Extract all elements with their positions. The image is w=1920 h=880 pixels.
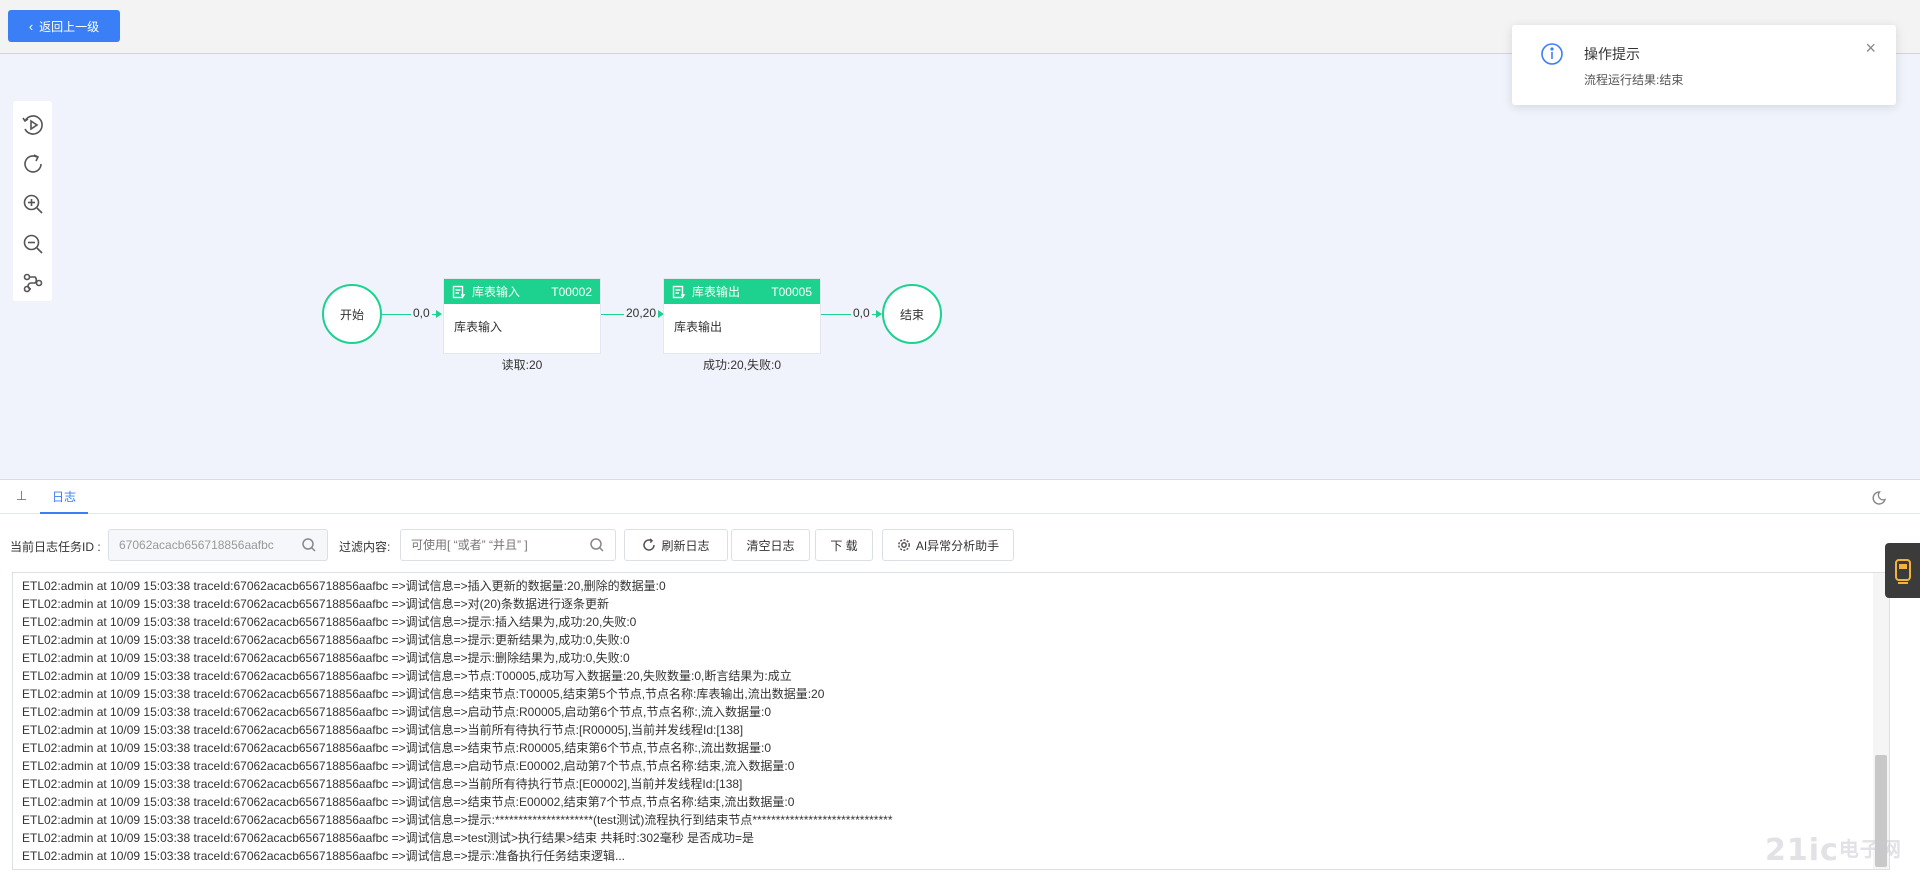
refresh-log-button[interactable]: 刷新日志 [624, 529, 728, 561]
task-id-input[interactable] [119, 538, 301, 552]
close-icon[interactable]: × [1865, 39, 1876, 57]
assistant-icon [1894, 558, 1911, 584]
chevron-left-icon: ‹ [28, 18, 34, 34]
zoom-in-icon[interactable] [15, 186, 51, 222]
log-line: ETL02:admin at 10/09 15:03:38 traceId:67… [22, 831, 755, 845]
refresh-icon [643, 538, 656, 551]
log-line: ETL02:admin at 10/09 15:03:38 traceId:67… [22, 615, 637, 629]
start-node-label: 开始 [339, 307, 364, 322]
log-lines: ETL02:admin at 10/09 15:03:38 traceId:67… [22, 577, 1869, 865]
node-header: 库表输出 T00005 [664, 279, 820, 304]
log-line: ETL02:admin at 10/09 15:03:38 traceId:67… [22, 705, 772, 719]
node-stat: 读取:20 [501, 358, 543, 372]
start-node[interactable]: 开始 [322, 284, 382, 344]
task-id-field[interactable] [108, 529, 328, 561]
ai-assistant-button[interactable]: AI异常分析助手 [882, 529, 1014, 561]
log-line: ETL02:admin at 10/09 15:03:38 traceId:67… [22, 633, 630, 647]
notification-toast: 操作提示 流程运行结果:结束 × [1512, 25, 1896, 105]
collapse-panel-icon[interactable]: ⊥ [16, 488, 27, 504]
download-label: 下 载 [830, 538, 858, 553]
log-scrollbar[interactable] [1873, 573, 1889, 869]
log-line: ETL02:admin at 10/09 15:03:38 traceId:67… [22, 669, 792, 683]
filter-input[interactable] [411, 538, 589, 552]
layout-icon[interactable] [15, 265, 51, 301]
log-line: ETL02:admin at 10/09 15:03:38 traceId:67… [22, 813, 893, 827]
back-button[interactable]: ‹ 返回上一级 [8, 10, 120, 42]
end-node[interactable]: 结束 [882, 284, 942, 344]
node-name: 库表输出 [674, 320, 723, 334]
toast-title: 操作提示 [1584, 46, 1640, 62]
node-id: T00002 [551, 284, 592, 299]
replay-icon[interactable] [15, 107, 51, 143]
node-type: 库表输出 [692, 285, 741, 299]
log-line: ETL02:admin at 10/09 15:03:38 traceId:67… [22, 759, 795, 773]
flow-canvas[interactable]: 开始 0,0 库表输入 T00002 库表输入 读取:20 20,20 库表输出… [0, 54, 1920, 480]
toast-message: 流程运行结果:结束 [1584, 73, 1684, 87]
edge-label: 20,20 [624, 306, 659, 320]
log-line: ETL02:admin at 10/09 15:03:38 traceId:67… [22, 777, 743, 791]
canvas-toolbar [13, 101, 52, 301]
log-line: ETL02:admin at 10/09 15:03:38 traceId:67… [22, 687, 825, 701]
log-tabs: ⊥ 日志 [0, 480, 1920, 514]
task-id-label: 当前日志任务ID : [10, 540, 101, 554]
search-icon[interactable] [589, 537, 605, 553]
filter-field[interactable] [400, 529, 616, 561]
log-line: ETL02:admin at 10/09 15:03:38 traceId:67… [22, 795, 795, 809]
table-input-icon [452, 285, 466, 299]
back-button-label: 返回上一级 [39, 19, 100, 34]
clear-log-label: 清空日志 [746, 538, 795, 553]
log-line: ETL02:admin at 10/09 15:03:38 traceId:67… [22, 597, 609, 611]
ai-assistant-label: AI异常分析助手 [915, 538, 1000, 553]
tab-log[interactable]: 日志 [40, 480, 88, 514]
edge-label: 0,0 [411, 306, 432, 320]
table-output-icon [672, 285, 686, 299]
log-line: ETL02:admin at 10/09 15:03:38 traceId:67… [22, 579, 666, 593]
refresh-icon[interactable] [15, 147, 51, 183]
node-id: T00005 [771, 284, 812, 299]
zoom-out-icon[interactable] [15, 226, 51, 262]
log-filter-bar: 当前日志任务ID : 过滤内容: 刷新日志 清空日志 下 载 AI异常分析助手 [0, 514, 1920, 572]
watermark-main: 21ic [1765, 833, 1839, 868]
log-line: ETL02:admin at 10/09 15:03:38 traceId:67… [22, 723, 744, 737]
clear-log-button[interactable]: 清空日志 [731, 529, 810, 561]
node-name: 库表输入 [454, 320, 503, 334]
filter-label: 过滤内容: [339, 540, 391, 554]
log-line: ETL02:admin at 10/09 15:03:38 traceId:67… [22, 849, 625, 863]
node-stat: 成功:20,失败:0 [702, 358, 782, 372]
edge-label: 0,0 [851, 306, 872, 320]
node-table-input[interactable]: 库表输入 T00002 库表输入 [443, 278, 601, 354]
watermark-logo: 21ic电子网 [1765, 833, 1902, 868]
node-header: 库表输入 T00002 [444, 279, 600, 304]
log-output[interactable]: ETL02:admin at 10/09 15:03:38 traceId:67… [12, 572, 1890, 870]
ai-gear-icon [897, 539, 910, 551]
refresh-log-label: 刷新日志 [661, 538, 710, 553]
end-node-label: 结束 [899, 307, 924, 322]
node-type: 库表输入 [472, 285, 521, 299]
side-assistant-widget[interactable] [1885, 543, 1920, 598]
log-line: ETL02:admin at 10/09 15:03:38 traceId:67… [22, 741, 772, 755]
log-line: ETL02:admin at 10/09 15:03:38 traceId:67… [22, 651, 630, 665]
edge-arrow [436, 310, 442, 318]
info-icon [1540, 42, 1564, 66]
search-icon [301, 537, 317, 553]
download-button[interactable]: 下 载 [815, 529, 873, 561]
watermark-sub: 电子网 [1838, 837, 1902, 861]
node-table-output[interactable]: 库表输出 T00005 库表输出 [663, 278, 821, 354]
dark-mode-icon[interactable] [1872, 488, 1890, 506]
